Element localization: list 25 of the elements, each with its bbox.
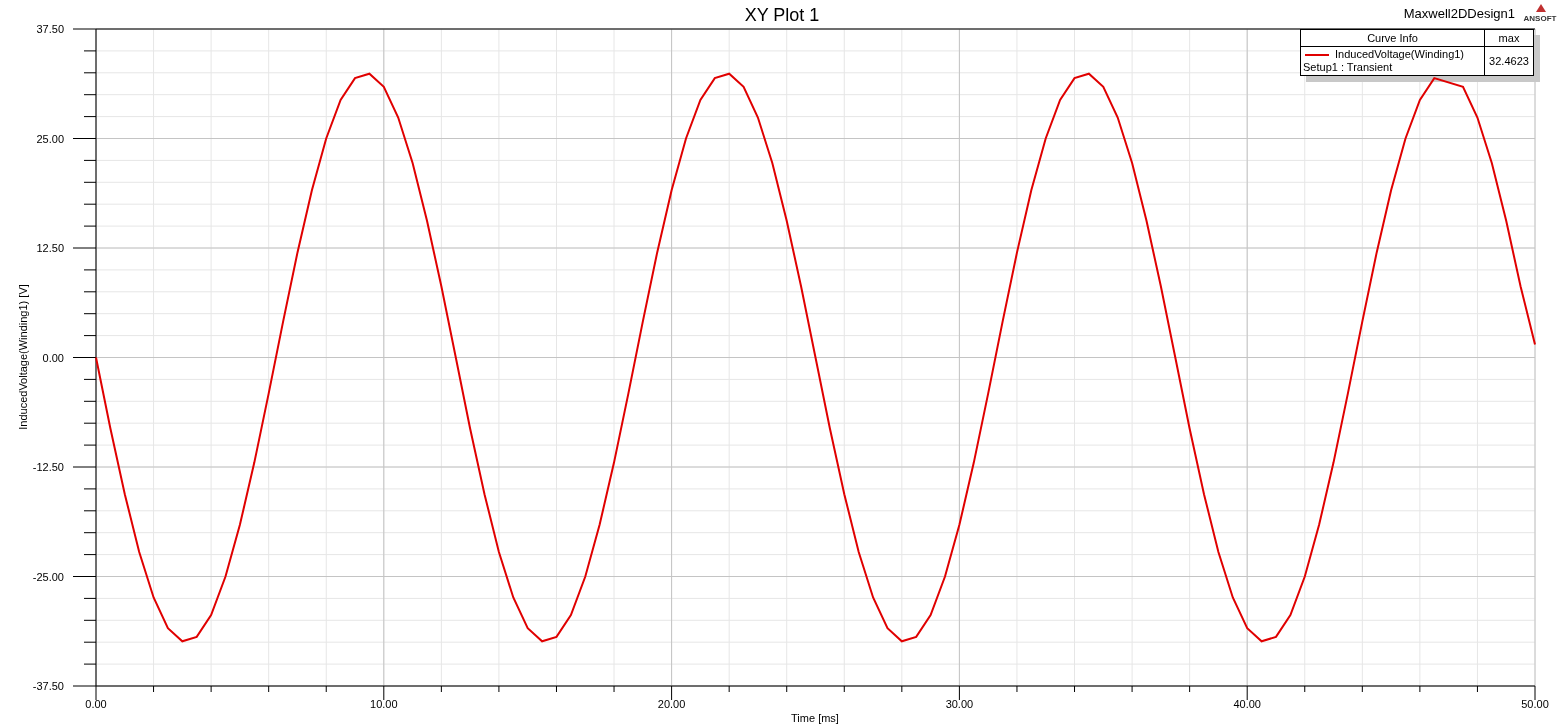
- design-name: Maxwell2DDesign1: [1403, 6, 1515, 21]
- x-tick-label: 20.00: [657, 698, 686, 710]
- legend-max-value: 32.4623: [1488, 54, 1530, 69]
- x-tick-label: 30.00: [945, 698, 974, 710]
- y-tick-label: -37.50: [32, 680, 64, 692]
- logo-text: ANSOFT: [1523, 14, 1557, 23]
- y-tick-label: 25.00: [36, 132, 64, 145]
- x-tick-label: 50.00: [1521, 698, 1549, 710]
- legend-column-header: max: [1497, 31, 1521, 46]
- legend-curve-name: InducedVoltage(Winding1): [1335, 48, 1465, 61]
- x-tick-label: 0.00: [85, 698, 107, 710]
- y-tick-label: 37.50: [36, 23, 64, 35]
- x-tick-label: 40.00: [1233, 698, 1261, 710]
- x-tick-label: 10.00: [370, 698, 398, 710]
- legend-header: Curve Info: [1301, 30, 1485, 46]
- chart-title: XY Plot 1: [744, 5, 820, 25]
- y-tick-label: -12.50: [32, 461, 64, 473]
- y-tick-label: 12.50: [36, 242, 64, 254]
- legend-setup-name: Setup1 : Transient: [1303, 61, 1394, 74]
- legend-line-icon: [1305, 53, 1329, 56]
- y-tick-label: -25.00: [32, 570, 64, 583]
- y-axis-label: InducedVoltage(Winding1) [V]: [17, 284, 29, 430]
- x-axis-label: Time [ms]: [791, 712, 839, 724]
- logo-icon: [1536, 4, 1546, 12]
- y-tick-label: 0.00: [42, 351, 64, 364]
